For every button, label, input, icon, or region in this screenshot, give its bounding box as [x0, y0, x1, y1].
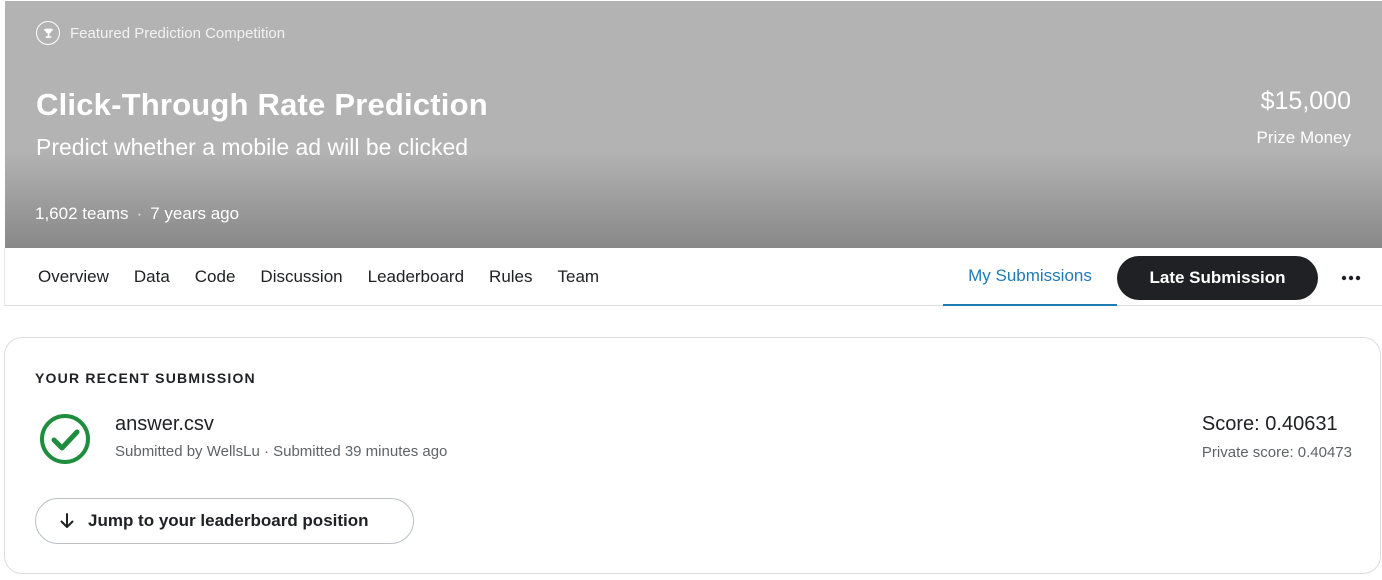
tab-list: Overview Data Code Discussion Leaderboar…: [38, 248, 624, 306]
competition-title: Click-Through Rate Prediction: [36, 87, 488, 122]
featured-label: Featured Prediction Competition: [70, 24, 286, 42]
prize-amount: $15,000: [1260, 87, 1351, 115]
teams-count: 1,602 teams: [35, 204, 129, 223]
late-submission-button[interactable]: Late Submission: [1117, 256, 1318, 300]
jump-to-leaderboard-button[interactable]: Jump to your leaderboard position: [35, 498, 414, 544]
prize-label: Prize Money: [1256, 128, 1351, 147]
submission-meta: Submitted by WellsLu · Submitted 39 minu…: [115, 443, 448, 460]
tab-leaderboard[interactable]: Leaderboard: [368, 267, 464, 287]
tab-overview[interactable]: Overview: [38, 267, 109, 287]
more-options-button[interactable]: [1335, 262, 1367, 294]
submission-file-name[interactable]: answer.csv: [115, 413, 214, 436]
competition-meta: 1,602 teams · 7 years ago: [35, 204, 239, 224]
tab-my-submissions[interactable]: My Submissions: [943, 248, 1117, 306]
more-horizontal-icon: [1341, 275, 1361, 281]
competition-subtitle: Predict whether a mobile ad will be clic…: [36, 134, 469, 160]
tab-team[interactable]: Team: [558, 267, 600, 287]
competition-header: Featured Prediction Competition Click-Th…: [5, 1, 1382, 248]
tab-discussion[interactable]: Discussion: [260, 267, 342, 287]
recent-submission-heading: YOUR RECENT SUBMISSION: [35, 370, 256, 386]
arrow-down-icon: [60, 513, 74, 528]
trophy-icon: [36, 21, 60, 45]
check-circle-icon: [40, 414, 90, 464]
meta-separator: ·: [136, 204, 143, 223]
public-score: Score: 0.40631: [1201, 413, 1338, 435]
tab-code[interactable]: Code: [195, 267, 236, 287]
tab-rules[interactable]: Rules: [489, 267, 532, 287]
jump-button-label: Jump to your leaderboard position: [88, 511, 369, 530]
prize-block: $15,000 Prize Money: [1257, 87, 1351, 148]
competition-nav: Overview Data Code Discussion Leaderboar…: [4, 248, 1382, 306]
private-score: Private score: 0.40473: [1201, 444, 1352, 461]
featured-badge: Featured Prediction Competition: [36, 21, 285, 45]
recent-submission-card: YOUR RECENT SUBMISSION answer.csv Submit…: [4, 337, 1381, 574]
tab-data[interactable]: Data: [134, 267, 170, 287]
score-block: Score: 0.40631 Private score: 0.40473: [1202, 413, 1352, 461]
competition-age: 7 years ago: [150, 204, 240, 223]
